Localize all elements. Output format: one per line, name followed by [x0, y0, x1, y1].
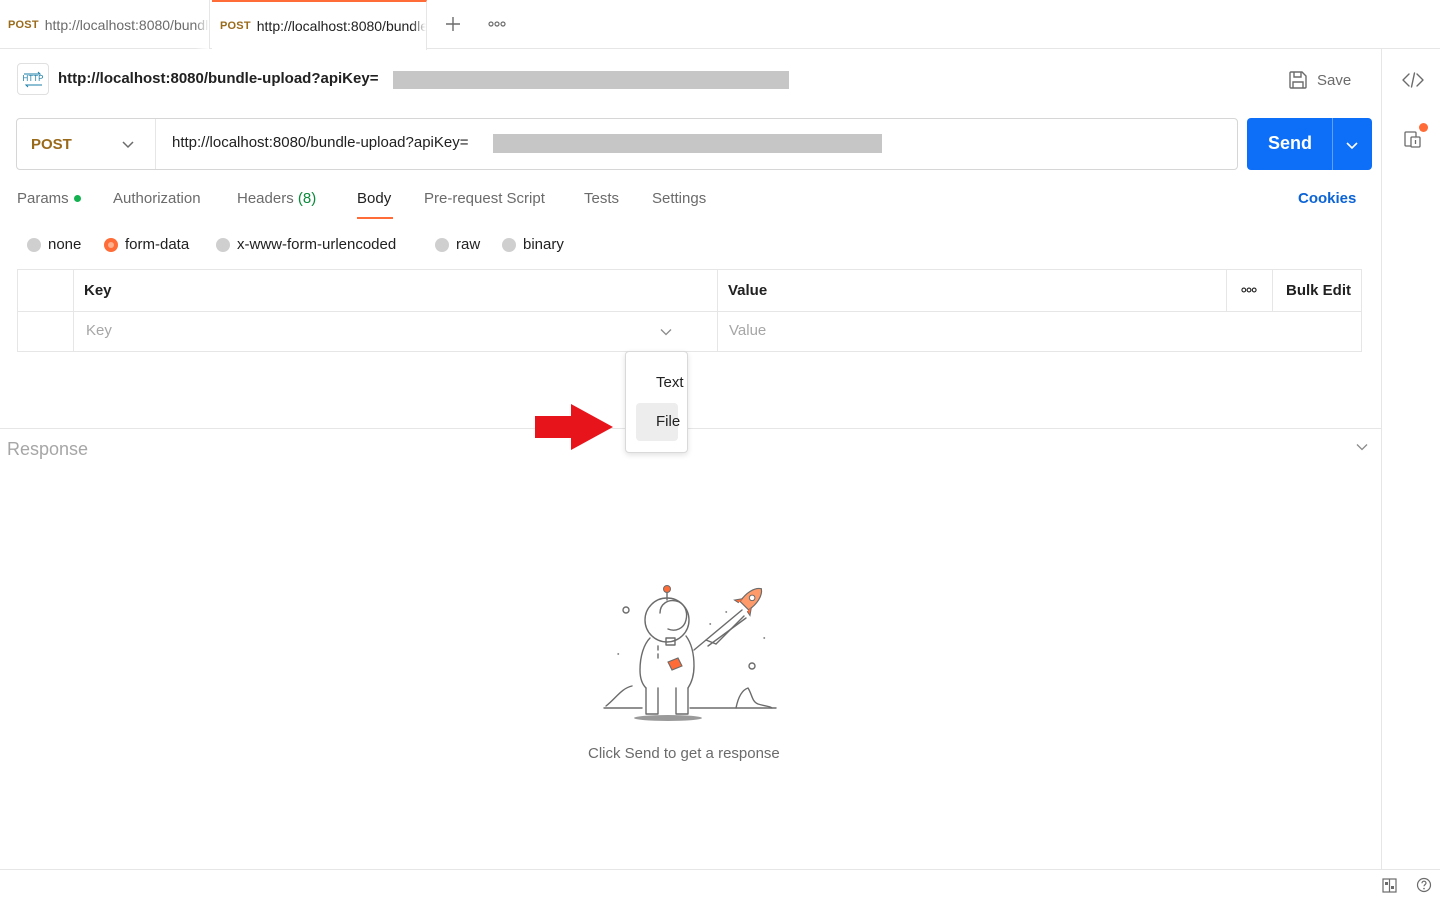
dropdown-option-text[interactable]: Text: [636, 364, 684, 402]
radio-dot-selected: [104, 237, 118, 252]
key-type-dropdown: Text File: [625, 351, 688, 453]
status-bar: [0, 869, 1440, 897]
save-label: Save: [1317, 71, 1352, 89]
tab-url: http://localhost:8080/bundle-upload?apiK…: [256, 18, 426, 34]
dropdown-option-file[interactable]: File: [636, 403, 680, 441]
tab-bar: POST http://localhost:8080/bundle-upload…: [0, 0, 1440, 50]
send-divider: [1332, 118, 1333, 170]
help-circle-icon[interactable]: [1416, 877, 1432, 893]
headers-count: (8): [297, 190, 317, 207]
red-arrow-annotation-icon: [535, 404, 613, 450]
more-horizontal-icon[interactable]: [1241, 284, 1257, 296]
code-icon[interactable]: [1402, 69, 1424, 91]
radio-form-data[interactable]: form-data: [104, 236, 189, 253]
response-divider: [0, 428, 1381, 429]
radio-label: binary: [523, 236, 564, 253]
form-data-table: Key Value Bulk Edit Key Value: [17, 269, 1362, 352]
radio-x-www-form-urlencoded[interactable]: x-www-form-urlencoded: [216, 236, 396, 253]
value-input[interactable]: Value: [729, 322, 766, 339]
empty-response-message: Click Send to get a response: [588, 745, 780, 762]
tab-method: POST: [220, 20, 251, 32]
document-info-icon[interactable]: [1402, 123, 1428, 150]
table-col-divider: [1226, 270, 1227, 311]
request-tab-2-active[interactable]: POST http://localhost:8080/bundle-upload…: [212, 0, 427, 50]
radio-binary[interactable]: binary: [502, 236, 564, 253]
right-sidebar: [1381, 49, 1440, 870]
radio-none[interactable]: none: [27, 236, 81, 253]
chevron-down-icon[interactable]: [1345, 138, 1359, 152]
more-horizontal-icon[interactable]: [484, 11, 510, 37]
astronaut-illustration: [603, 585, 777, 721]
bulk-edit-button[interactable]: Bulk Edit: [1286, 282, 1351, 299]
method-select[interactable]: POST: [17, 119, 156, 169]
table-col-divider: [73, 270, 74, 351]
tab-fade: [412, 2, 426, 50]
key-column-header: Key: [84, 282, 112, 299]
tab-body[interactable]: Body: [357, 190, 391, 207]
radio-label: form-data: [125, 236, 190, 253]
chevron-down-icon[interactable]: [659, 326, 673, 338]
tab-params[interactable]: Params: [17, 190, 81, 207]
two-pane-layout-icon[interactable]: [1381, 877, 1397, 893]
send-label: Send: [1268, 133, 1313, 153]
tab-prerequest-script[interactable]: Pre-request Script: [424, 190, 545, 207]
redacted-api-key: [493, 134, 882, 153]
tab-headers[interactable]: Headers (8): [237, 190, 316, 207]
http-icon: HTTP: [17, 63, 49, 95]
params-active-dot: [73, 194, 81, 202]
radio-label: x-www-form-urlencoded: [237, 236, 397, 253]
radio-dot: [435, 237, 449, 252]
table-row-divider: [18, 311, 1361, 312]
active-tab-indicator: [357, 217, 393, 219]
radio-dot: [27, 237, 41, 252]
chevron-down-icon: [122, 141, 134, 149]
notification-dot: [1419, 123, 1428, 132]
cookies-link[interactable]: Cookies: [1298, 190, 1356, 207]
chevron-down-icon[interactable]: [1355, 441, 1369, 453]
radio-raw[interactable]: raw: [435, 236, 480, 253]
tab-settings[interactable]: Settings: [652, 190, 706, 207]
tab-authorization[interactable]: Authorization: [113, 190, 201, 207]
radio-dot: [502, 237, 516, 252]
tab-fade: [195, 0, 209, 49]
value-column-header: Value: [728, 282, 768, 299]
save-button[interactable]: Save: [1288, 66, 1351, 94]
table-col-divider: [717, 270, 718, 351]
url-input[interactable]: http://localhost:8080/bundle-upload?apiK…: [172, 134, 468, 151]
radio-label: none: [48, 236, 82, 253]
svg-text:HTTP: HTTP: [23, 74, 44, 83]
method-value: POST: [31, 135, 72, 153]
radio-dot: [216, 237, 230, 252]
key-input[interactable]: Key: [86, 322, 112, 339]
tab-tests[interactable]: Tests: [584, 190, 619, 207]
tab-params-label: Params: [17, 190, 69, 207]
tab-headers-label: Headers: [237, 190, 294, 207]
request-tab-1[interactable]: POST http://localhost:8080/bundle-upload…: [0, 0, 210, 49]
radio-label: raw: [456, 236, 481, 253]
response-title[interactable]: Response: [7, 439, 88, 460]
tab-method: POST: [8, 18, 39, 31]
request-title[interactable]: http://localhost:8080/bundle-upload?apiK…: [58, 70, 378, 87]
send-button[interactable]: Send: [1247, 118, 1372, 170]
floppy-disk-icon: [1289, 71, 1307, 89]
table-col-divider: [1272, 270, 1273, 311]
redacted-api-key: [393, 71, 789, 89]
tab-url: http://localhost:8080/bundle-upload?apiK…: [44, 16, 209, 33]
plus-icon[interactable]: [440, 11, 466, 37]
